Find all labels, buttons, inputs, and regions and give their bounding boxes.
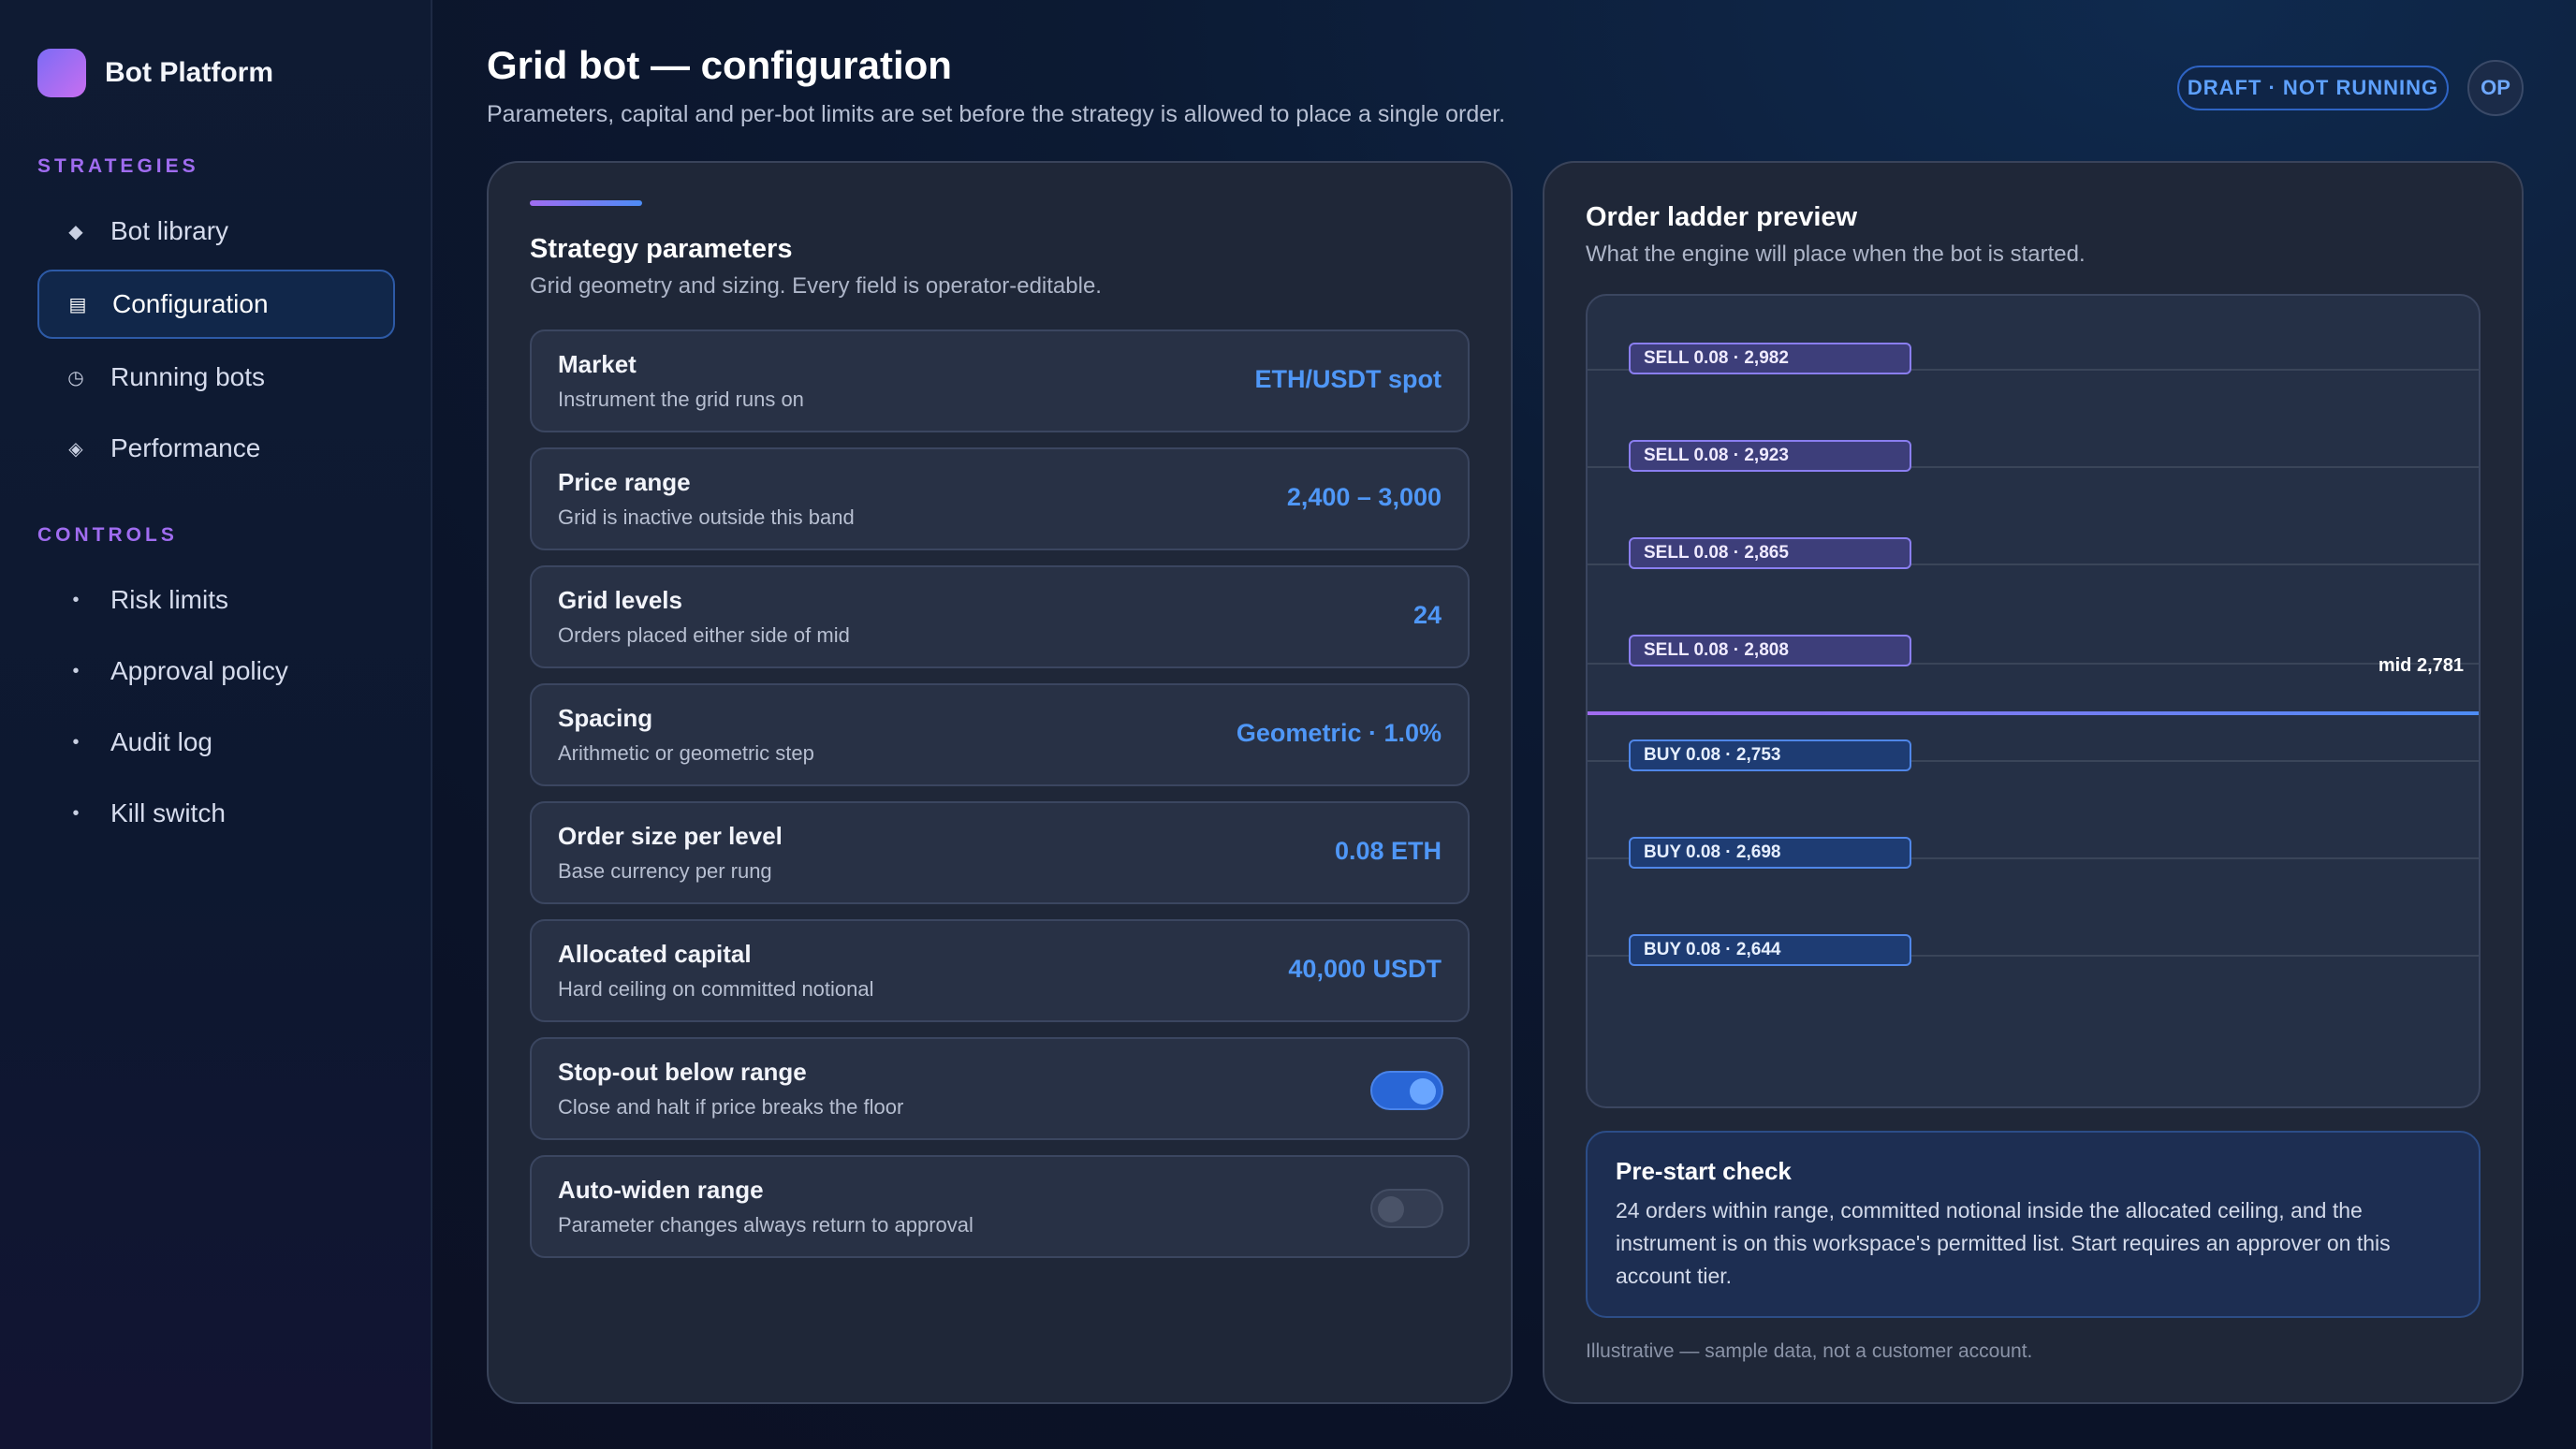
dot-icon: • <box>72 731 80 753</box>
param-desc: Grid is inactive outside this band <box>558 505 855 529</box>
toggle-knob <box>1378 1196 1404 1222</box>
param-desc: Parameter changes always return to appro… <box>558 1213 973 1237</box>
dot-icon: • <box>72 589 80 610</box>
sidebar-item-running-bots[interactable]: ◷ Running bots <box>37 343 395 412</box>
param-row-spacing[interactable]: Spacing Arithmetic or geometric step Geo… <box>530 683 1470 786</box>
param-label: Market <box>558 350 637 378</box>
param-row-grid-levels[interactable]: Grid levels Orders placed either side of… <box>530 565 1470 668</box>
panel-subtitle: Grid geometry and sizing. Every field is… <box>530 273 1102 299</box>
param-row-market[interactable]: Market Instrument the grid runs on ETH/U… <box>530 329 1470 432</box>
param-row-price-range[interactable]: Price range Grid is inactive outside thi… <box>530 447 1470 550</box>
panel-title: Order ladder preview <box>1586 202 1858 232</box>
param-value[interactable]: 40,000 USDT <box>1288 955 1442 984</box>
param-desc: Instrument the grid runs on <box>558 388 804 411</box>
param-desc: Close and halt if price breaks the floor <box>558 1095 904 1119</box>
param-label: Stop-out below range <box>558 1058 807 1086</box>
sell-order-pill: SELL 0.08 · 2,865 <box>1629 537 1911 569</box>
pre-start-check-body: 24 orders within range, committed notion… <box>1616 1198 2391 1288</box>
buy-order-pill: BUY 0.08 · 2,753 <box>1629 739 1911 771</box>
param-row-stop-out[interactable]: Stop-out below range Close and halt if p… <box>530 1037 1470 1140</box>
panel-subtitle: What the engine will place when the bot … <box>1586 242 2086 267</box>
sidebar-item-approval-policy[interactable]: • Approval policy <box>37 637 395 706</box>
param-label: Order size per level <box>558 822 783 850</box>
accent-bar <box>530 200 642 206</box>
sidebar-item-risk-limits[interactable]: • Risk limits <box>37 565 395 635</box>
diamond-icon: ◆ <box>68 221 83 242</box>
param-desc: Orders placed either side of mid <box>558 623 850 647</box>
sell-order-pill: SELL 0.08 · 2,808 <box>1629 635 1911 666</box>
toggle-knob <box>1410 1078 1436 1105</box>
sidebar-item-label: Configuration <box>112 289 269 318</box>
param-value[interactable]: Geometric · 1.0% <box>1237 719 1442 748</box>
strategy-parameters-panel: Strategy parameters Grid geometry and si… <box>487 161 1513 1404</box>
param-value[interactable]: 0.08 ETH <box>1335 837 1442 866</box>
page-subtitle: Parameters, capital and per-bot limits a… <box>487 101 1506 127</box>
param-label: Allocated capital <box>558 940 752 968</box>
brand[interactable]: Bot Platform <box>37 49 273 97</box>
page-title: Grid bot — configuration <box>487 43 952 87</box>
section-label-strategies: STRATEGIES <box>37 155 199 177</box>
sidebar-item-label: Audit log <box>110 727 212 756</box>
param-desc: Base currency per rung <box>558 859 772 883</box>
sell-order-pill: SELL 0.08 · 2,982 <box>1629 343 1911 374</box>
sidebar-item-audit-log[interactable]: • Audit log <box>37 708 395 777</box>
param-label: Price range <box>558 468 691 496</box>
sidebar-item-performance[interactable]: ◈ Performance <box>37 414 395 483</box>
sidebar-item-label: Bot library <box>110 216 229 245</box>
sidebar-item-bot-library[interactable]: ◆ Bot library <box>37 197 395 266</box>
sidebar-item-label: Running bots <box>110 362 266 391</box>
param-desc: Hard ceiling on committed notional <box>558 977 874 1001</box>
sidebar-item-configuration[interactable]: ▤ Configuration <box>37 270 395 339</box>
panel-title: Strategy parameters <box>530 234 793 264</box>
param-row-allocated-capital[interactable]: Allocated capital Hard ceiling on commit… <box>530 919 1470 1022</box>
mid-price-line <box>1588 711 2479 715</box>
dot-icon: • <box>72 660 80 681</box>
mid-price-label: mid 2,781 <box>2378 655 2464 676</box>
param-value[interactable]: ETH/USDT spot <box>1255 365 1442 394</box>
param-value[interactable]: 24 <box>1413 601 1442 630</box>
sidebar-item-kill-switch[interactable]: • Kill switch <box>37 779 395 848</box>
pre-start-check-card: Pre-start check 24 orders within range, … <box>1586 1131 2481 1318</box>
sell-order-pill: SELL 0.08 · 2,923 <box>1629 440 1911 472</box>
param-label: Spacing <box>558 704 653 732</box>
pre-start-check-title: Pre-start check <box>1616 1157 1792 1185</box>
order-ladder-panel: Order ladder preview What the engine wil… <box>1543 161 2524 1404</box>
clock-icon: ◷ <box>67 367 84 388</box>
auto-widen-toggle[interactable] <box>1370 1189 1443 1228</box>
stop-out-toggle[interactable] <box>1370 1071 1443 1110</box>
list-icon: ▤ <box>68 294 87 315</box>
dot-icon: • <box>72 802 80 824</box>
sidebar: Bot Platform STRATEGIES ◆ Bot library ▤ … <box>0 0 432 1449</box>
sidebar-item-label: Risk limits <box>110 585 228 614</box>
buy-order-pill: BUY 0.08 · 2,644 <box>1629 934 1911 966</box>
param-label: Auto-widen range <box>558 1176 764 1204</box>
avatar[interactable]: OP <box>2467 60 2524 116</box>
section-label-controls: CONTROLS <box>37 524 178 546</box>
status-badge: DRAFT · NOT RUNNING <box>2177 66 2449 110</box>
param-value[interactable]: 2,400 – 3,000 <box>1287 483 1442 512</box>
sidebar-item-label: Approval policy <box>110 656 288 685</box>
param-label: Grid levels <box>558 586 682 614</box>
brand-name: Bot Platform <box>105 57 273 88</box>
param-desc: Arithmetic or geometric step <box>558 741 814 765</box>
sidebar-item-label: Performance <box>110 433 261 462</box>
param-row-auto-widen[interactable]: Auto-widen range Parameter changes alway… <box>530 1155 1470 1258</box>
param-row-order-size[interactable]: Order size per level Base currency per r… <box>530 801 1470 904</box>
buy-order-pill: BUY 0.08 · 2,698 <box>1629 837 1911 869</box>
brand-logo-icon <box>37 49 86 97</box>
order-ladder: SELL 0.08 · 2,982 SELL 0.08 · 2,923 SELL… <box>1586 294 2481 1108</box>
footnote: Illustrative — sample data, not a custom… <box>1586 1340 2033 1362</box>
diamond-outline-icon: ◈ <box>68 438 83 460</box>
sidebar-item-label: Kill switch <box>110 798 226 827</box>
